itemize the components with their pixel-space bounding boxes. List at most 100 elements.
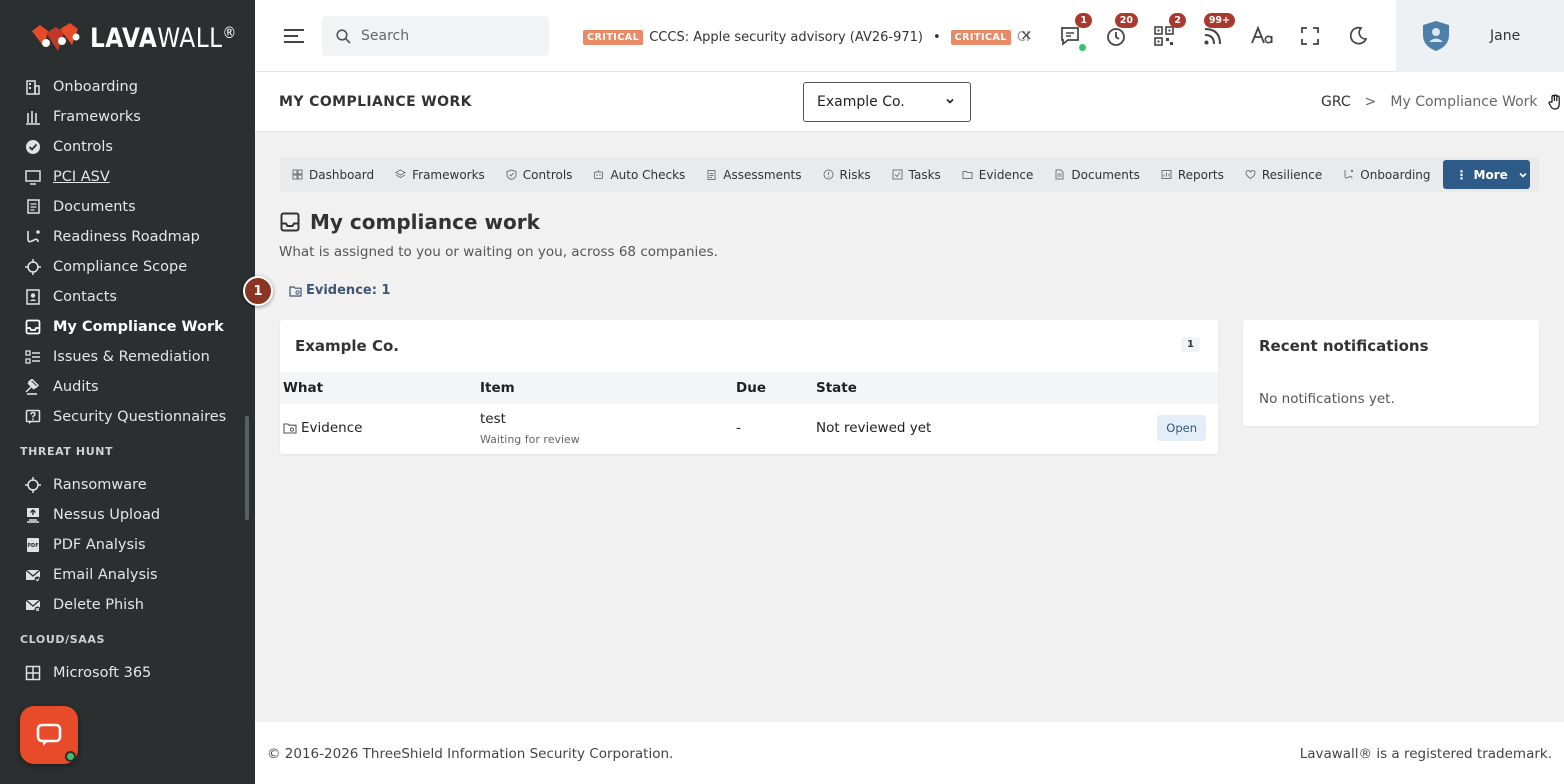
breadcrumb-separator: > — [1364, 94, 1377, 110]
sidebar-scrollbar[interactable] — [245, 416, 249, 520]
tab-controls[interactable]: Controls — [506, 168, 572, 182]
search-box[interactable] — [322, 16, 549, 56]
robot-icon — [593, 169, 604, 180]
messages-button[interactable]: 1 — [1056, 13, 1092, 51]
breadcrumb-grc[interactable]: GRC — [1321, 94, 1351, 110]
news-ticker[interactable]: CRITICAL CCCS: Apple security advisory (… — [565, 26, 1035, 48]
sidebar-item-security-questionnaires[interactable]: Security Questionnaires — [0, 402, 255, 432]
ticker-separator: • — [932, 29, 941, 45]
sidebar-item-contacts[interactable]: Contacts — [0, 282, 255, 312]
tab-auto-checks[interactable]: Auto Checks — [593, 168, 685, 182]
messages-count-badge: 1 — [1075, 13, 1092, 28]
table-row[interactable]: Evidence test Waiting for review - Not r… — [280, 404, 1218, 454]
timer-button[interactable]: 20 — [1102, 13, 1138, 50]
search-input[interactable] — [361, 28, 531, 44]
lavawall-logo[interactable]: LAVAWALL® — [30, 18, 261, 58]
evidence-filter-chip[interactable]: Evidence: 1 — [289, 283, 390, 298]
sidebar-item-compliance-scope[interactable]: Compliance Scope — [0, 252, 255, 282]
report-icon — [1161, 169, 1172, 180]
hand-cursor-icon — [1547, 94, 1560, 110]
online-status-dot — [65, 751, 76, 762]
feeds-button[interactable]: 99+ — [1199, 13, 1235, 50]
column-header-due: Due — [736, 380, 766, 396]
hamburger-menu-icon[interactable] — [283, 24, 305, 48]
breadcrumb-current: My Compliance Work — [1390, 94, 1538, 110]
badge-check-icon — [24, 138, 42, 156]
company-select-value: Example Co. — [817, 94, 905, 110]
cell-item[interactable]: test — [480, 411, 506, 427]
tab-assessments[interactable]: Assessments — [706, 168, 802, 182]
sidebar-item-audits[interactable]: Audits — [0, 372, 255, 402]
timer-count-badge: 20 — [1114, 13, 1138, 28]
topbar: CRITICAL CCCS: Apple security advisory (… — [255, 0, 1564, 72]
qr-count-badge: 2 — [1169, 13, 1186, 28]
recent-notifications-card: Recent notifications No notifications ye… — [1243, 320, 1539, 426]
sidebar-item-onboarding[interactable]: Onboarding — [0, 72, 255, 102]
tab-onboarding[interactable]: Onboarding — [1343, 168, 1431, 182]
folder-icon — [283, 423, 297, 434]
user-menu[interactable]: Jane — [1396, 0, 1564, 72]
cell-due: - — [736, 420, 741, 436]
tab-documents[interactable]: Documents — [1054, 168, 1140, 182]
mail-x-icon — [24, 596, 42, 614]
card-count-badge: 1 — [1181, 337, 1200, 352]
checkbox-icon — [892, 169, 903, 180]
qr-button[interactable]: 2 — [1150, 13, 1186, 50]
tab-reports[interactable]: Reports — [1161, 168, 1224, 182]
svg-text:PDF: PDF — [27, 543, 38, 549]
logo-text: LAVAWALL® — [90, 22, 237, 54]
font-size-button[interactable] — [1248, 22, 1276, 50]
sidebar-item-frameworks[interactable]: Frameworks — [0, 102, 255, 132]
page-subtitle: What is assigned to you or waiting on yo… — [279, 244, 718, 260]
tab-dashboard[interactable]: Dashboard — [292, 168, 374, 182]
monitor-icon — [24, 168, 42, 186]
sidebar-item-pci-asv[interactable]: PCI ASV — [0, 162, 255, 192]
font-size-icon — [1251, 25, 1273, 44]
chat-icon — [36, 723, 62, 746]
timer-icon — [1107, 28, 1125, 46]
sidebar-item-readiness-roadmap[interactable]: Readiness Roadmap — [0, 222, 255, 252]
fullscreen-button[interactable] — [1296, 22, 1324, 50]
sidebar-item-pdf-analysis[interactable]: PDF PDF Analysis — [0, 530, 255, 560]
tab-frameworks[interactable]: Frameworks — [395, 168, 485, 182]
route-icon — [24, 228, 42, 246]
tab-tasks[interactable]: Tasks — [892, 168, 941, 182]
sidebar-item-controls[interactable]: Controls — [0, 132, 255, 162]
chevron-down-icon — [1519, 172, 1527, 178]
critical-badge: CRITICAL — [950, 29, 1011, 45]
main-heading: My compliance work — [280, 210, 540, 234]
module-tabs: Dashboard Frameworks Controls Auto Check… — [280, 157, 1539, 192]
folder-icon — [289, 285, 302, 297]
dark-mode-button[interactable] — [1344, 22, 1372, 50]
sidebar-item-my-compliance-work[interactable]: My Compliance Work — [0, 312, 255, 342]
tab-evidence[interactable]: Evidence — [962, 168, 1033, 182]
qr-code-icon — [1154, 26, 1174, 46]
sidebar-item-nessus-upload[interactable]: Nessus Upload — [0, 500, 255, 530]
page-title: MY COMPLIANCE WORK — [279, 94, 472, 110]
more-tabs-button[interactable]: ⋮ More — [1442, 160, 1530, 189]
heart-shield-icon — [1245, 169, 1256, 180]
company-select[interactable]: Example Co. — [803, 82, 971, 122]
gavel-icon — [24, 378, 42, 396]
sidebar-item-issues-remediation[interactable]: Issues & Remediation — [0, 342, 255, 372]
building-icon — [24, 78, 42, 96]
sidebar-item-email-analysis[interactable]: Email Analysis — [0, 560, 255, 590]
contact-card-icon — [24, 288, 42, 306]
cell-state: Not reviewed yet — [816, 420, 932, 436]
fullscreen-icon — [1301, 27, 1319, 45]
question-icon — [24, 408, 42, 426]
notifications-empty-text: No notifications yet. — [1259, 391, 1395, 407]
company-work-card: Example Co. 1 What Item Due State Eviden… — [280, 320, 1218, 454]
open-button[interactable]: Open — [1157, 415, 1206, 441]
shield-check-icon — [506, 169, 517, 180]
ticker-close-button[interactable]: × — [1020, 26, 1033, 44]
sidebar-item-microsoft-365[interactable]: Microsoft 365 — [0, 658, 255, 688]
sidebar-item-delete-phish[interactable]: Delete Phish — [0, 590, 255, 620]
ticker-headline[interactable]: CCCS: Apple security advisory (AV26-971) — [649, 30, 923, 45]
sidebar-item-documents[interactable]: Documents — [0, 192, 255, 222]
feed-icon — [1204, 28, 1221, 45]
list-icon — [24, 348, 42, 366]
tab-resilience[interactable]: Resilience — [1245, 168, 1322, 182]
tab-risks[interactable]: Risks — [823, 168, 871, 182]
sidebar-item-ransomware[interactable]: Ransomware — [0, 470, 255, 500]
